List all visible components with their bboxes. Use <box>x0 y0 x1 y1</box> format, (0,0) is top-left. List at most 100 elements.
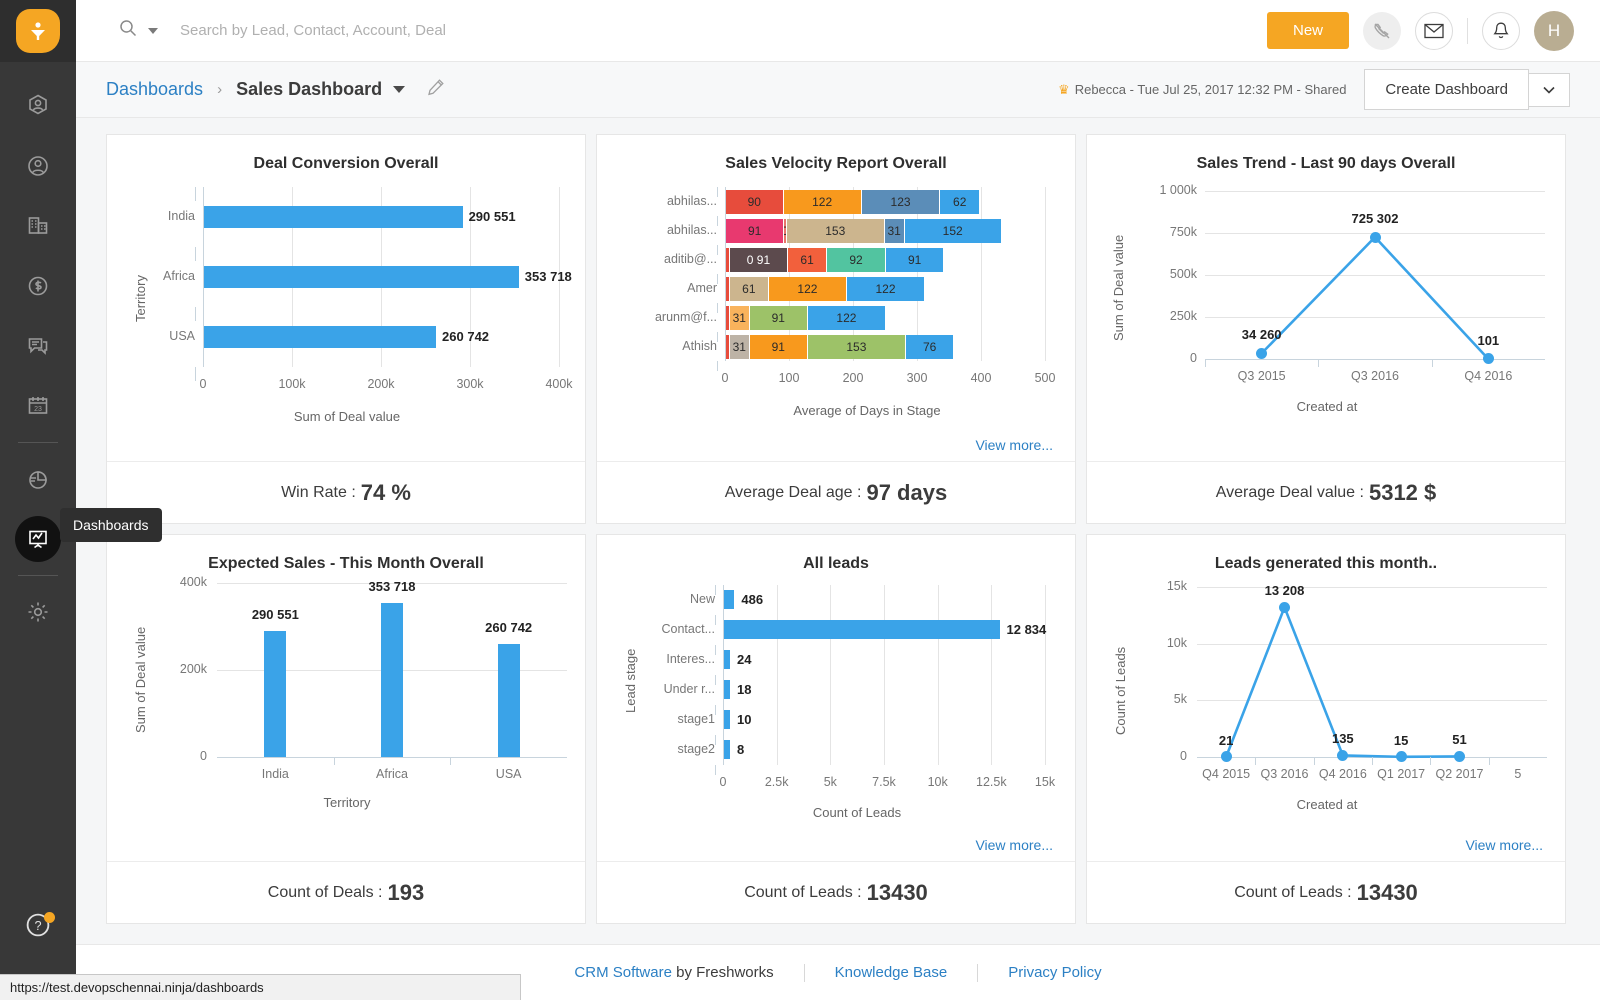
bar <box>381 603 403 757</box>
y-tick-label: Amer <box>605 281 717 295</box>
y-tick-label: 10k <box>1129 636 1187 650</box>
point-value-label: 725 302 <box>1339 211 1411 226</box>
view-more-link[interactable]: View more... <box>975 437 1053 453</box>
x-tick-label: 0 <box>187 377 219 391</box>
bar-value-label: 290 551 <box>469 209 516 224</box>
widget-body: Sales Trend - Last 90 days Overall 0250k… <box>1087 135 1565 461</box>
view-more-link[interactable]: View more... <box>1465 837 1543 853</box>
widget-body: Expected Sales - This Month Overall 0200… <box>107 535 585 861</box>
stacked-segment: 153 <box>787 219 885 243</box>
widget-footer: Count of Leads : 13430 <box>1087 861 1565 923</box>
y-tick-label: Athish <box>605 339 717 353</box>
x-tick-label: India <box>225 767 325 781</box>
privacy-policy-link[interactable]: Privacy Policy <box>1008 964 1101 981</box>
help-button[interactable]: ? <box>0 910 76 940</box>
new-button[interactable]: New <box>1267 12 1349 49</box>
stacked-segment: 90 <box>726 190 784 214</box>
avatar[interactable]: H <box>1534 11 1574 51</box>
stacked-segment: 122 <box>769 277 847 301</box>
sidebar-item-contacts[interactable] <box>0 136 76 196</box>
y-tick-label: 500k <box>1121 267 1197 281</box>
chart-sales-velocity[interactable]: 0100200300400500abhilas...9012212362abhi… <box>597 135 1075 461</box>
footer-value: 5312 $ <box>1369 480 1436 506</box>
stacked-segment: 91 <box>750 335 808 359</box>
sidebar-item-deals[interactable] <box>0 256 76 316</box>
gridline <box>991 585 992 765</box>
app-logo[interactable] <box>0 0 76 62</box>
bar <box>724 740 730 759</box>
contacts-icon <box>25 153 51 179</box>
notifications-bell-icon[interactable] <box>1482 12 1520 50</box>
widget-footer: Average Deal value : 5312 $ <box>1087 461 1565 523</box>
stacked-segment: 92 <box>827 248 886 272</box>
x-tick-label: USA <box>459 767 559 781</box>
edit-pencil-icon[interactable] <box>427 78 445 101</box>
bar <box>498 644 520 757</box>
bar-value-label: 18 <box>737 682 751 697</box>
y-tick-label: Africa <box>117 269 195 283</box>
y-tick-label: 250k <box>1121 309 1197 323</box>
widget-body: All leads 02.5k5k7.5k10k12.5k15kNew486Co… <box>597 535 1075 861</box>
create-dashboard-button[interactable]: Create Dashboard <box>1364 69 1529 110</box>
chart-sales-trend[interactable]: 0250k500k750k1 000k34 260Q3 2015725 302Q… <box>1087 135 1565 461</box>
x-axis-title: Territory <box>107 795 587 810</box>
chart-expected-sales[interactable]: 0200k400k290 551India353 718Africa260 74… <box>107 535 585 861</box>
view-more-link[interactable]: View more... <box>975 837 1053 853</box>
widget-leads-generated: Leads generated this month.. 05k10k15k21… <box>1086 534 1566 924</box>
breadcrumb-dashboards-link[interactable]: Dashboards <box>106 79 203 100</box>
calendar-icon: 23 <box>25 393 51 419</box>
x-tick-label: 100k <box>276 377 308 391</box>
stacked-segment: 122 <box>784 190 862 214</box>
chart-leads-generated[interactable]: 05k10k15k2113 2081351551Q4 2015Q3 2016Q4… <box>1087 535 1565 861</box>
gridline <box>1205 275 1545 276</box>
sidebar-item-settings[interactable] <box>0 582 76 642</box>
sidebar-item-accounts[interactable] <box>0 196 76 256</box>
x-tick-label: 500 <box>1027 371 1063 385</box>
stacked-segment: 122 <box>808 306 886 330</box>
x-tick <box>1372 757 1373 765</box>
sidebar-item-leads[interactable] <box>0 76 76 136</box>
sidebar-item-calendar[interactable]: 23 <box>0 376 76 436</box>
dashboard-select-chevron-down-icon[interactable] <box>393 86 405 93</box>
y-axis-title: Sum of Deal value <box>133 627 148 733</box>
bar <box>724 710 730 729</box>
search-input[interactable] <box>180 22 780 39</box>
y-tick-label: 0 <box>1129 749 1187 763</box>
chart-deal-conversion[interactable]: 0100k200k300k400kIndia290 551Africa353 7… <box>107 135 585 461</box>
x-tick <box>1432 359 1433 367</box>
y-tick-label: Contact... <box>611 622 715 636</box>
sidebar-item-conversations[interactable] <box>0 316 76 376</box>
search-icon[interactable] <box>118 18 138 43</box>
footer-divider <box>804 964 805 982</box>
bar-value-label: 24 <box>737 652 751 667</box>
sidebar-item-reports[interactable] <box>0 449 76 509</box>
email-icon[interactable] <box>1415 12 1453 50</box>
x-tick <box>1314 757 1315 765</box>
knowledge-base-link[interactable]: Knowledge Base <box>835 964 948 981</box>
bar-value-label: 12 834 <box>1007 622 1047 637</box>
x-tick-label: 7.5k <box>860 775 908 789</box>
sidebar-tooltip: Dashboards <box>60 508 162 542</box>
point-value-label: 101 <box>1452 333 1524 348</box>
y-tick-label: 0 <box>1121 351 1197 365</box>
chart-all-leads[interactable]: 02.5k5k7.5k10k12.5k15kNew486Contact...12… <box>597 535 1075 861</box>
x-tick-label: Q4 2016 <box>1448 369 1528 383</box>
gridline <box>884 585 885 765</box>
search-filter-chevron-down-icon[interactable] <box>148 28 158 34</box>
bar <box>724 680 730 699</box>
y-tick <box>715 735 716 745</box>
gridline <box>981 187 982 361</box>
sidebar-divider-bottom <box>18 575 58 576</box>
x-tick-label: 400 <box>963 371 999 385</box>
y-tick <box>195 187 196 201</box>
y-tick <box>717 216 718 226</box>
x-tick-label: 300k <box>454 377 486 391</box>
bar-value-label: 486 <box>741 592 763 607</box>
y-axis-line <box>723 585 724 765</box>
create-dashboard-chevron-down-icon[interactable] <box>1529 73 1570 107</box>
phone-disabled-icon[interactable] <box>1363 12 1401 50</box>
stacked-segment: 91 <box>886 248 944 272</box>
point-value-label: 21 <box>1190 733 1262 748</box>
crm-software-link[interactable]: CRM Software <box>574 964 672 981</box>
gridline <box>1205 191 1545 192</box>
